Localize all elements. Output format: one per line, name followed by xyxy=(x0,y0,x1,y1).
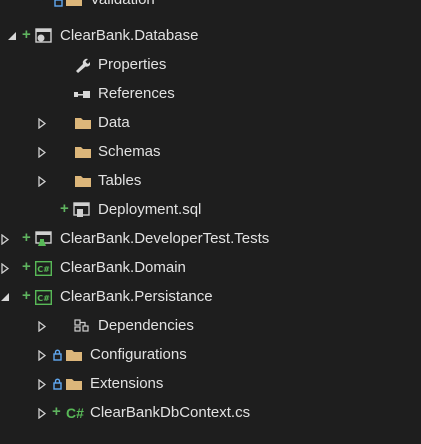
csharp-file-icon: C# xyxy=(66,405,84,421)
folder-icon xyxy=(74,173,92,188)
expand-arrow-icon[interactable] xyxy=(38,147,46,158)
added-plus-icon: + xyxy=(22,229,31,246)
lock-icon xyxy=(53,378,62,390)
expand-arrow-icon[interactable] xyxy=(38,118,46,129)
folder-icon xyxy=(74,144,92,159)
lock-icon xyxy=(53,349,62,361)
solution-explorer-tree: Validation + ClearBank.Database Properti… xyxy=(0,0,421,444)
tree-item-label: Configurations xyxy=(90,346,187,363)
tree-item-references[interactable]: References xyxy=(0,80,421,109)
test-project-icon xyxy=(35,231,53,248)
tree-item-label: Properties xyxy=(98,56,167,73)
tree-item-clearbank-domain[interactable]: + C# ClearBank.Domain xyxy=(0,254,421,283)
tree-item-extensions[interactable]: Extensions xyxy=(0,370,421,399)
tree-item-label: ClearBank.Database xyxy=(60,27,199,44)
tree-item-data[interactable]: Data xyxy=(0,109,421,138)
tree-item-label: Extensions xyxy=(90,375,164,392)
added-plus-icon: + xyxy=(60,200,69,217)
tree-item-clearbank-developertest-tests[interactable]: + ClearBank.DeveloperTest.Tests xyxy=(0,225,421,254)
added-plus-icon: + xyxy=(22,26,31,43)
folder-icon xyxy=(74,115,92,130)
tree-item-label: Schemas xyxy=(98,143,161,160)
expand-arrow-icon[interactable] xyxy=(38,379,46,390)
references-icon xyxy=(74,90,92,100)
tree-item-deployment-sql[interactable]: + Deployment.sql xyxy=(0,196,421,225)
tree-item-validation[interactable]: Validation xyxy=(0,0,421,15)
expand-arrow-icon[interactable] xyxy=(38,321,46,332)
tree-item-label: Tables xyxy=(98,172,142,189)
database-project-icon xyxy=(35,28,53,45)
svg-text:C#: C# xyxy=(37,265,50,274)
expand-arrow-icon[interactable] xyxy=(38,0,45,5)
csharp-project-icon: C# xyxy=(35,261,52,276)
folder-icon xyxy=(65,347,83,362)
tree-item-dependencies[interactable]: Dependencies xyxy=(0,312,421,341)
tree-item-properties[interactable]: Properties xyxy=(0,51,421,80)
tree-item-tables[interactable]: Tables xyxy=(0,167,421,196)
tree-item-label: ClearBank.Persistance xyxy=(60,288,213,305)
dependencies-icon xyxy=(74,319,90,333)
tree-item-label: ClearBank.Domain xyxy=(60,259,186,276)
added-plus-icon: + xyxy=(52,403,61,420)
collapse-arrow-icon[interactable] xyxy=(8,32,17,41)
expand-arrow-icon[interactable] xyxy=(38,350,46,361)
expand-arrow-icon[interactable] xyxy=(1,234,9,245)
csharp-project-icon: C# xyxy=(35,290,52,305)
expand-arrow-icon[interactable] xyxy=(38,408,46,419)
tree-item-label: Dependencies xyxy=(98,317,194,334)
expand-arrow-icon[interactable] xyxy=(1,263,9,274)
tree-item-clearbank-database[interactable]: + ClearBank.Database xyxy=(0,22,421,51)
tree-item-clearbank-persistance[interactable]: + C# ClearBank.Persistance xyxy=(0,283,421,312)
expand-arrow-icon[interactable] xyxy=(38,176,46,187)
tree-item-configurations[interactable]: Configurations xyxy=(0,341,421,370)
added-plus-icon: + xyxy=(22,258,31,275)
folder-icon xyxy=(65,376,83,391)
tree-item-schemas[interactable]: Schemas xyxy=(0,138,421,167)
folder-icon xyxy=(65,0,83,7)
tree-item-label: Deployment.sql xyxy=(98,201,202,218)
tree-item-label: References xyxy=(98,85,175,102)
added-plus-icon: + xyxy=(22,287,31,304)
lock-icon xyxy=(54,0,63,7)
tree-item-label: ClearBank.DeveloperTest.Tests xyxy=(60,230,270,247)
wrench-icon xyxy=(74,57,90,73)
svg-text:C#: C# xyxy=(37,294,50,303)
tree-item-label: ClearBankDbContext.cs xyxy=(90,404,251,421)
tree-item-label: Validation xyxy=(90,0,155,10)
tree-item-label: Data xyxy=(98,114,130,131)
tree-item-clearbankdbcontext-cs[interactable]: + C# ClearBankDbContext.cs xyxy=(0,399,421,428)
sql-file-icon xyxy=(73,202,91,219)
collapse-arrow-icon[interactable] xyxy=(1,293,10,302)
